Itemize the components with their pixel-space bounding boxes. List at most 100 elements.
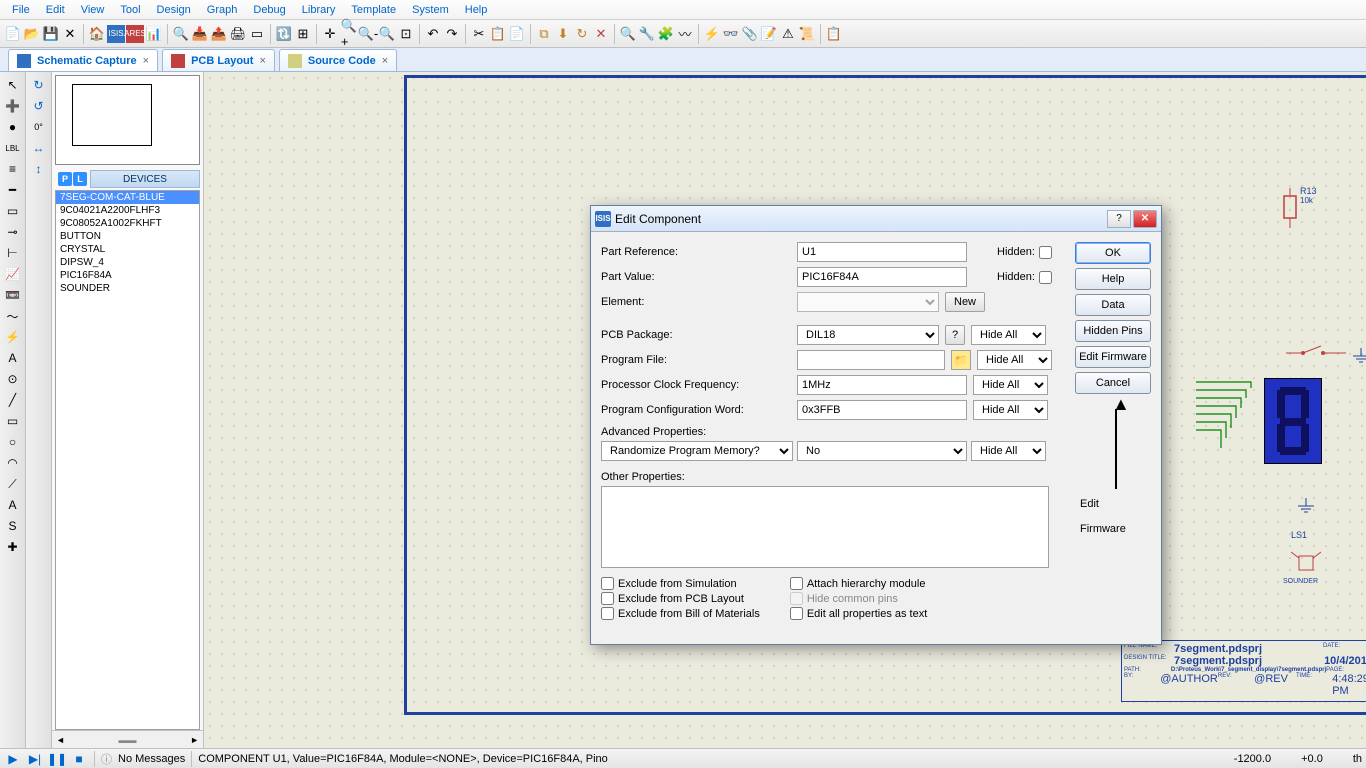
hide-select[interactable]: Hide All bbox=[973, 375, 1048, 395]
edit-all-checkbox[interactable] bbox=[790, 607, 803, 620]
import-icon[interactable]: 📥 bbox=[191, 25, 209, 43]
3d-icon[interactable]: 📊 bbox=[145, 25, 163, 43]
part-val-input[interactable] bbox=[797, 267, 967, 287]
exclude-pcb-checkbox[interactable] bbox=[601, 592, 614, 605]
marker-icon[interactable]: ✚ bbox=[4, 538, 22, 556]
new-button[interactable]: New bbox=[945, 292, 985, 312]
terminal-icon[interactable]: ⊸ bbox=[4, 223, 22, 241]
make-icon[interactable]: 🔧 bbox=[638, 25, 656, 43]
tab-pcb[interactable]: PCB Layout × bbox=[162, 49, 275, 71]
messages-status[interactable]: No Messages bbox=[118, 753, 185, 765]
sounder-symbol[interactable] bbox=[1291, 548, 1321, 578]
help-button[interactable]: Help bbox=[1075, 268, 1151, 290]
part-ref-input[interactable] bbox=[797, 242, 967, 262]
zoom-out-icon[interactable]: 🔍- bbox=[359, 25, 377, 43]
pick-devices-button[interactable]: P bbox=[58, 172, 72, 186]
edit-firmware-button[interactable]: Edit Firmware bbox=[1075, 346, 1151, 368]
area-icon[interactable]: ▭ bbox=[248, 25, 266, 43]
label-icon[interactable]: LBL bbox=[4, 139, 22, 157]
overview-preview[interactable] bbox=[55, 75, 200, 165]
zoom-in-icon[interactable]: 🔍+ bbox=[340, 25, 358, 43]
tab-source[interactable]: Source Code × bbox=[279, 49, 397, 71]
tab-close-icon[interactable]: × bbox=[143, 55, 149, 67]
copy-icon[interactable]: 📋 bbox=[489, 25, 507, 43]
list-item[interactable]: SOUNDER bbox=[56, 282, 199, 295]
step-icon[interactable]: ▶| bbox=[26, 751, 44, 767]
rotate-cw-icon[interactable]: ↻ bbox=[30, 76, 48, 94]
junction-icon[interactable]: ● bbox=[4, 118, 22, 136]
hidden-pins-button[interactable]: Hidden Pins bbox=[1075, 320, 1151, 342]
paste-icon[interactable]: 📄 bbox=[508, 25, 526, 43]
menu-graph[interactable]: Graph bbox=[199, 2, 246, 18]
decompose-icon[interactable]: 🧩 bbox=[657, 25, 675, 43]
list-item[interactable]: PIC16F84A bbox=[56, 269, 199, 282]
origin-icon[interactable]: ✛ bbox=[321, 25, 339, 43]
redo-icon[interactable]: ↷ bbox=[443, 25, 461, 43]
schematic-canvas[interactable]: R13 10k bbox=[204, 72, 1366, 748]
path-icon[interactable]: ⟋ bbox=[4, 475, 22, 493]
undo-icon[interactable]: ↶ bbox=[424, 25, 442, 43]
bus-icon[interactable]: ━ bbox=[4, 181, 22, 199]
pick-icon[interactable]: 🔍 bbox=[619, 25, 637, 43]
stop-icon[interactable]: ■ bbox=[70, 751, 88, 767]
component-icon[interactable]: ➕ bbox=[4, 97, 22, 115]
selection-icon[interactable]: ↖ bbox=[4, 76, 22, 94]
list-item[interactable]: BUTTON bbox=[56, 230, 199, 243]
tab-schematic[interactable]: Schematic Capture × bbox=[8, 49, 158, 71]
zoom-area-icon[interactable]: ⊡ bbox=[397, 25, 415, 43]
list-item[interactable]: DIPSW_4 bbox=[56, 256, 199, 269]
flip-h-icon[interactable]: ↔ bbox=[30, 139, 48, 157]
print-icon[interactable]: 🖨 bbox=[229, 25, 247, 43]
play-icon[interactable]: ▶ bbox=[4, 751, 22, 767]
clock-input[interactable] bbox=[797, 375, 967, 395]
probe-v-icon[interactable]: ⚡ bbox=[4, 328, 22, 346]
menu-design[interactable]: Design bbox=[149, 2, 199, 18]
text-script-icon[interactable]: ≡ bbox=[4, 160, 22, 178]
subcircuit-icon[interactable]: ▭ bbox=[4, 202, 22, 220]
refresh-icon[interactable]: 🔃 bbox=[275, 25, 293, 43]
pin-icon[interactable]: ⊢ bbox=[4, 244, 22, 262]
text-icon[interactable]: A bbox=[4, 496, 22, 514]
adv-val-select[interactable]: No bbox=[797, 441, 967, 461]
pkg-help-button[interactable]: ? bbox=[945, 325, 965, 345]
erc-icon[interactable]: ⚠ bbox=[779, 25, 797, 43]
block-delete-icon[interactable]: ✕ bbox=[592, 25, 610, 43]
exclude-sim-checkbox[interactable] bbox=[601, 577, 614, 590]
device-list[interactable]: 7SEG-COM-CAT-BLUE 9C04021A2200FLHF3 9C08… bbox=[55, 190, 200, 730]
menu-library[interactable]: Library bbox=[294, 2, 344, 18]
library-button[interactable]: L bbox=[73, 172, 87, 186]
hide-select[interactable]: Hide All bbox=[971, 441, 1046, 461]
panel-scrollbar[interactable]: ◄ ▬▬ ► bbox=[52, 730, 203, 748]
exclude-bom-checkbox[interactable] bbox=[601, 607, 614, 620]
menu-file[interactable]: File bbox=[4, 2, 38, 18]
close-icon[interactable]: ✕ bbox=[61, 25, 79, 43]
tab-close-icon[interactable]: × bbox=[259, 55, 265, 67]
cancel-button[interactable]: Cancel bbox=[1075, 372, 1151, 394]
pcb-pkg-select[interactable]: DIL18 bbox=[797, 325, 939, 345]
list-item[interactable]: CRYSTAL bbox=[56, 243, 199, 256]
probe-i-icon[interactable]: A bbox=[4, 349, 22, 367]
new-icon[interactable]: 📄 bbox=[4, 25, 22, 43]
graph-icon[interactable]: 📈 bbox=[4, 265, 22, 283]
pause-icon[interactable]: ❚❚ bbox=[48, 751, 66, 767]
wire-icon[interactable]: 〰 bbox=[676, 25, 694, 43]
menu-template[interactable]: Template bbox=[343, 2, 404, 18]
menu-debug[interactable]: Debug bbox=[245, 2, 293, 18]
assign-icon[interactable]: 📎 bbox=[741, 25, 759, 43]
cfg-word-input[interactable] bbox=[797, 400, 967, 420]
other-properties-textarea[interactable] bbox=[601, 486, 1049, 568]
flip-v-icon[interactable]: ↕ bbox=[30, 160, 48, 178]
zoom-fit-icon[interactable]: 🔍 bbox=[378, 25, 396, 43]
list-item[interactable]: 9C08052A1002FKHFT bbox=[56, 217, 199, 230]
bom-icon[interactable]: 📋 bbox=[825, 25, 843, 43]
menu-system[interactable]: System bbox=[404, 2, 457, 18]
circle-icon[interactable]: ○ bbox=[4, 433, 22, 451]
hidden-checkbox[interactable] bbox=[1039, 246, 1052, 259]
menu-help[interactable]: Help bbox=[457, 2, 496, 18]
adv-key-select[interactable]: Randomize Program Memory? bbox=[601, 441, 793, 461]
home-icon[interactable]: 🏠 bbox=[88, 25, 106, 43]
tab-close-icon[interactable]: × bbox=[382, 55, 388, 67]
find-icon[interactable]: 👓 bbox=[722, 25, 740, 43]
open-icon[interactable]: 📂 bbox=[23, 25, 41, 43]
menu-tool[interactable]: Tool bbox=[112, 2, 148, 18]
